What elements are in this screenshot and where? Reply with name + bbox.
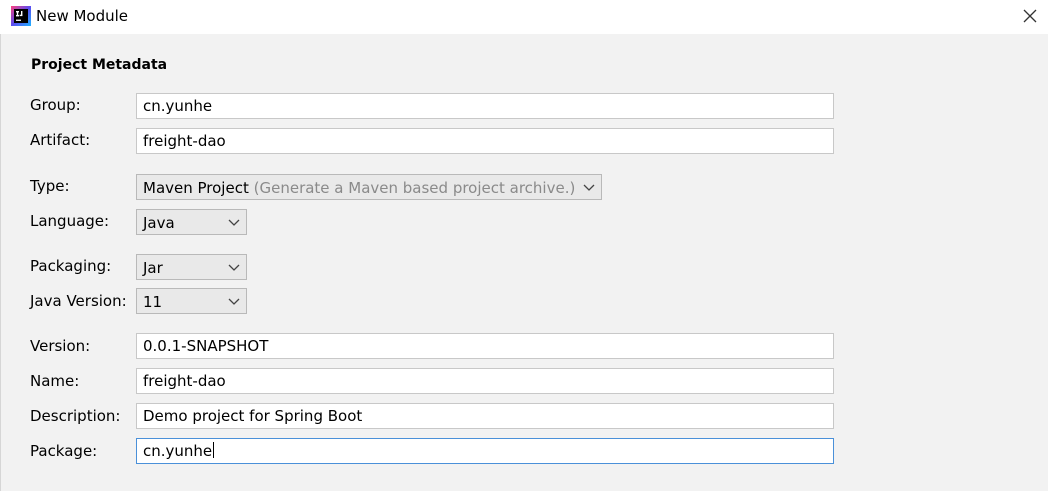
title-bar: New Module: [0, 0, 1048, 34]
language-value: Java: [143, 214, 175, 232]
package-value: cn.yunhe: [143, 442, 213, 460]
packaging-label: Packaging:: [30, 257, 112, 275]
packaging-dropdown[interactable]: Jar: [136, 254, 247, 280]
version-field[interactable]: 0.0.1-SNAPSHOT: [136, 333, 834, 359]
type-dropdown[interactable]: Maven Project (Generate a Maven based pr…: [136, 174, 602, 200]
chevron-down-icon: [228, 264, 240, 271]
name-label: Name:: [30, 372, 80, 390]
group-value: cn.yunhe: [143, 97, 213, 115]
type-hint: (Generate a Maven based project archive.…: [253, 179, 576, 197]
chevron-down-icon: [228, 219, 240, 226]
close-icon: [1023, 9, 1037, 23]
chevron-down-icon: [228, 298, 240, 305]
text-caret: [213, 442, 215, 458]
section-title: Project Metadata: [31, 57, 168, 73]
group-label: Group:: [30, 96, 81, 114]
group-field[interactable]: cn.yunhe: [136, 93, 834, 119]
java-version-value: 11: [143, 293, 163, 311]
name-field[interactable]: freight-dao: [136, 368, 834, 394]
java-version-label: Java Version:: [30, 292, 127, 310]
version-label: Version:: [30, 337, 91, 355]
artifact-field[interactable]: freight-dao: [136, 128, 834, 154]
language-dropdown[interactable]: Java: [136, 209, 247, 235]
language-label: Language:: [30, 212, 110, 230]
description-value: Demo project for Spring Boot: [143, 407, 363, 425]
name-value: freight-dao: [143, 372, 226, 390]
packaging-value: Jar: [143, 259, 163, 277]
type-value: Maven Project: [143, 179, 249, 197]
package-label: Package:: [30, 442, 98, 460]
artifact-label: Artifact:: [30, 131, 91, 149]
java-version-dropdown[interactable]: 11: [136, 288, 247, 314]
description-label: Description:: [30, 407, 121, 425]
chevron-down-icon: [583, 184, 595, 191]
package-field[interactable]: cn.yunhe: [136, 438, 834, 464]
close-button[interactable]: [1012, 0, 1048, 32]
type-label: Type:: [30, 177, 70, 195]
window-title: New Module: [36, 7, 129, 25]
artifact-value: freight-dao: [143, 132, 226, 150]
version-value: 0.0.1-SNAPSHOT: [143, 337, 269, 355]
description-field[interactable]: Demo project for Spring Boot: [136, 403, 834, 429]
intellij-idea-icon: [11, 6, 31, 26]
